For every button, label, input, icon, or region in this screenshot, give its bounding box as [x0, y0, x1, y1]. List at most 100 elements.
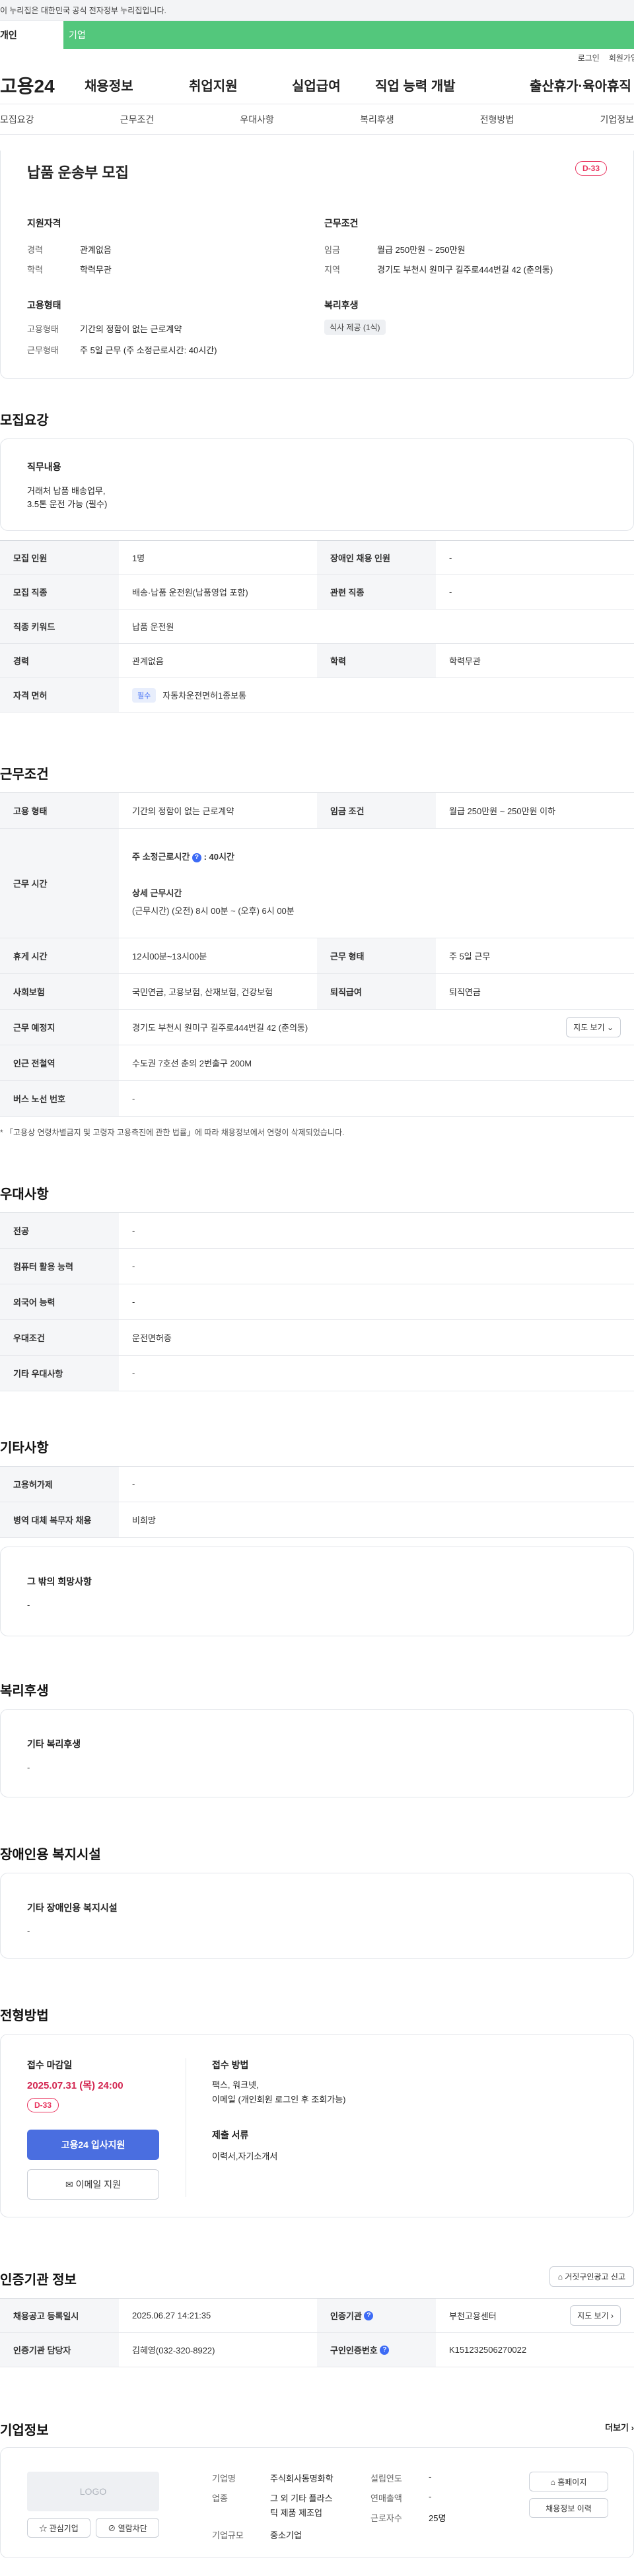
work-type-label: 근무형태	[27, 345, 59, 355]
map-button[interactable]: 지도 보기 ⌄	[566, 1017, 621, 1037]
employment-type-value: 기간의 정함이 없는 근로계약	[80, 324, 182, 334]
block-view-label: 열람차단	[118, 2523, 147, 2533]
subnav-recruit[interactable]: 모집요강	[0, 113, 34, 126]
interest-company-button[interactable]: ☆ 관심기업	[27, 2518, 90, 2538]
career-value: 관계없음	[80, 245, 112, 255]
gnb-item-benefit[interactable]: 실업급여	[292, 75, 375, 94]
gnb-item-support[interactable]: 취업지원	[189, 75, 292, 94]
info-icon[interactable]: ?	[192, 853, 201, 862]
conditions-section-title: 근무조건	[0, 767, 49, 782]
cert-org-value: 부천고용센터	[449, 2311, 497, 2321]
disabled-headcount-label: 장애인 채용 인원	[317, 541, 436, 574]
required-badge: 필수	[132, 687, 157, 703]
industry-value-1: 그 외 기타 플라스	[270, 2493, 333, 2503]
company-logo-placeholder: LOGO	[27, 2472, 159, 2511]
org-map-button[interactable]: 지도 보기 ›	[570, 2305, 621, 2326]
job-history-button[interactable]: 채용정보 이력	[529, 2498, 608, 2518]
preference-section-title: 우대사항	[0, 1187, 49, 1202]
revenue-value: -	[429, 2491, 432, 2501]
related-job-value: -	[449, 587, 452, 597]
work-type-value: 주 5일 근무 (주 소정근로시간: 40시간)	[80, 345, 217, 355]
conditions-heading: 근무조건	[324, 218, 359, 228]
false-ad-report-button[interactable]: ⌂ 거짓구인광고 신고	[549, 2266, 634, 2287]
subnav-selection[interactable]: 전형방법	[480, 113, 514, 126]
homepage-button[interactable]: ⌂ 홈페이지	[529, 2472, 608, 2491]
insurance-label: 사회보험	[0, 974, 119, 1009]
job-keyword-value: 납품 운전원	[132, 622, 174, 632]
age-notice: * 「고용상 연령차별금지 및 고령자 고용촉진에 관한 법률」에 따라 채용정…	[0, 1128, 345, 1137]
welfare-heading: 복리후생	[324, 300, 359, 310]
bus-value: -	[132, 1094, 135, 1103]
home-alert-icon: ⌂	[557, 2272, 563, 2281]
language-value: -	[132, 1297, 135, 1307]
tab-company[interactable]: 기업	[63, 21, 634, 49]
subnav-preference[interactable]: 우대사항	[240, 113, 274, 126]
site-logo[interactable]: 고용24	[0, 72, 85, 98]
employment-form-value: 기간의 정함이 없는 근로계약	[132, 806, 234, 816]
work-hours-cell: 주 소정근로시간 ? : 40시간 상세 근무시간 (근무시간) (오전) 8시…	[119, 829, 634, 938]
dday-badge: D-33	[575, 161, 607, 176]
work-hours-label: 근무 시간	[0, 829, 119, 938]
homepage-label: 홈페이지	[557, 2477, 587, 2487]
chevron-right-icon: ›	[611, 2311, 614, 2320]
email-apply-label: 이메일 지원	[75, 2179, 121, 2190]
global-nav: 고용24 채용정보 취업지원 실업급여 직업 능력 개발 출산휴가·육아휴직	[0, 66, 634, 104]
mail-icon: ✉	[65, 2179, 73, 2190]
job-category-value: 배송·납품 운전원(납품영업 포함)	[132, 588, 248, 598]
related-job-label: 관련 직종	[317, 575, 436, 609]
job-category-label: 모집 직종	[0, 575, 119, 609]
employment-form-label: 고용 형태	[0, 793, 119, 828]
preference-table: 전공 - 컴퓨터 활용 능력 - 외국어 능력 - 우대조건 운전면허증 기타 …	[0, 1212, 634, 1391]
hours-detail-value: (근무시간) (오전) 8시 00분 ~ (오후) 6시 00분	[132, 906, 295, 916]
employment-permit-label: 고용허가제	[0, 1467, 119, 1502]
tab-individual[interactable]: 개인	[0, 21, 63, 49]
subway-label: 인근 전철역	[0, 1045, 119, 1080]
career-label: 경력	[27, 245, 43, 255]
gnb-item-training[interactable]: 직업 능력 개발	[375, 75, 530, 94]
employment-heading: 고용형태	[27, 300, 61, 310]
subway-value: 수도권 7호선 춘의 2번출구 200M	[132, 1059, 252, 1068]
block-view-button[interactable]: ⊘ 열람차단	[96, 2518, 159, 2538]
info-icon[interactable]: ?	[380, 2345, 390, 2355]
apply-button[interactable]: 고용24 입사지원	[27, 2130, 159, 2160]
signup-link[interactable]: 회원가입	[609, 52, 634, 63]
info-icon[interactable]: ?	[364, 2311, 374, 2320]
education-row-value: 학력무관	[449, 656, 481, 666]
license-label: 자격 면허	[0, 678, 119, 712]
computer-skill-value: -	[132, 1261, 135, 1271]
region-label: 지역	[324, 265, 340, 275]
selection-card: 접수 마감일 2025.07.31 (목) 24:00 D-33 고용24 입사…	[0, 2034, 634, 2217]
email-apply-button[interactable]: ✉ 이메일 지원	[27, 2169, 159, 2200]
cert-org-label: 인증기관 ?	[317, 2299, 436, 2332]
company-scale-value: 중소기업	[270, 2530, 302, 2540]
welfare-card: 기타 복리후생 -	[0, 1709, 634, 1797]
gnb-item-leave[interactable]: 출산휴가·육아휴직	[530, 75, 631, 94]
duty-text-2: 3.5톤 운전 가능 (필수)	[27, 499, 108, 509]
home-icon: ⌂	[550, 2477, 555, 2487]
company-more-link[interactable]: 더보기 ›	[605, 2421, 634, 2433]
deadline-heading: 접수 마감일	[27, 2060, 73, 2070]
method-line-1: 팩스, 워크넷,	[212, 2080, 259, 2090]
retirement-value: 퇴직연금	[449, 987, 481, 997]
age-notice-text: 「고용상 연령차별금지 및 고령자 고용촉진에 관한 법률」에 따라 채용정보에…	[5, 1128, 345, 1137]
work-form-label: 근무 형태	[317, 938, 436, 973]
subnav-conditions[interactable]: 근무조건	[120, 113, 155, 126]
welfare-chip: 식사 제공 (1식)	[324, 320, 386, 335]
disabled-facility-card: 기타 장애인용 복지시설 -	[0, 1873, 634, 1959]
language-label: 외국어 능력	[0, 1284, 119, 1319]
computer-skill-label: 컴퓨터 활용 능력	[0, 1249, 119, 1284]
gnb-item-jobs[interactable]: 채용정보	[85, 75, 189, 94]
preference-condition-label: 우대조건	[0, 1320, 119, 1355]
major-value: -	[132, 1226, 135, 1236]
employees-label: 근로자수	[370, 2513, 402, 2523]
login-link[interactable]: 로그인	[578, 52, 600, 63]
recruit-section-title: 모집요강	[0, 413, 49, 428]
license-cell: 필수 자동차운전면허1종보통	[119, 678, 634, 712]
other-welfare-value: -	[27, 1762, 30, 1772]
other-welfare-heading: 기타 복리후생	[27, 1739, 81, 1749]
other-preference-label: 기타 우대사항	[0, 1356, 119, 1391]
subnav-welfare[interactable]: 복리후생	[360, 113, 394, 126]
subnav-company[interactable]: 기업정보	[600, 113, 634, 126]
etc-section-title: 기타사항	[0, 1441, 49, 1455]
conditions-table: 고용 형태 기간의 정함이 없는 근로계약 임금 조건 월급 250만원 ~ 2…	[0, 792, 634, 1117]
